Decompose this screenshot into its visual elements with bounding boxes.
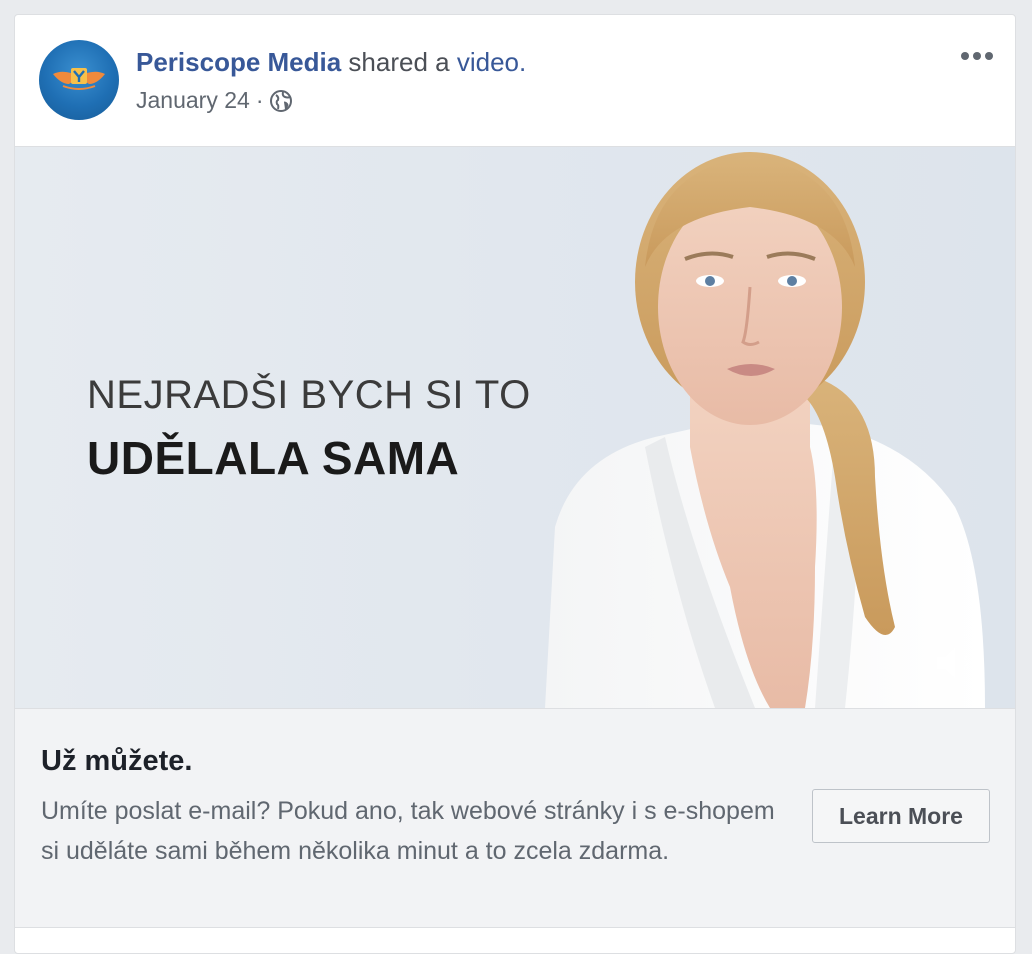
periscope-logo-icon xyxy=(53,68,105,90)
video-caption-line1: NEJRADŠI BYCH SI TO xyxy=(87,373,531,417)
cta-headline[interactable]: Už můžete. xyxy=(41,745,192,778)
post-date-link[interactable]: January 24 xyxy=(136,87,250,114)
globe-icon[interactable] xyxy=(269,89,293,113)
video-frame-person xyxy=(545,152,985,708)
page-name-link[interactable]: Periscope Media xyxy=(136,47,341,77)
learn-more-button[interactable]: Learn More xyxy=(812,789,990,843)
call-to-action-section: Už můžete. Umíte poslat e-mail? Pokud an… xyxy=(15,708,1015,928)
more-dot xyxy=(973,52,981,60)
action-text: shared a xyxy=(341,47,457,77)
post-title: Periscope Media shared a video. xyxy=(136,47,526,78)
video-link[interactable]: video xyxy=(457,47,519,77)
video-player[interactable]: NEJRADŠI BYCH SI TO UDĚLALA SAMA xyxy=(15,146,1015,708)
post-meta: January 24 · xyxy=(136,87,293,114)
post-card: Periscope Media shared a video. January … xyxy=(14,14,1016,954)
title-period: . xyxy=(519,47,527,77)
more-options-icon[interactable] xyxy=(957,43,997,69)
more-dot xyxy=(985,52,993,60)
cta-description: Umíte poslat e-mail? Pokud ano, tak webo… xyxy=(41,797,775,865)
page-avatar[interactable] xyxy=(39,40,119,120)
more-dot xyxy=(961,52,969,60)
video-caption-line2: UDĚLALA SAMA xyxy=(87,432,460,484)
muted-speaker-icon[interactable] xyxy=(933,643,981,683)
post-header: Periscope Media shared a video. January … xyxy=(15,15,1015,145)
meta-separator: · xyxy=(255,87,264,113)
